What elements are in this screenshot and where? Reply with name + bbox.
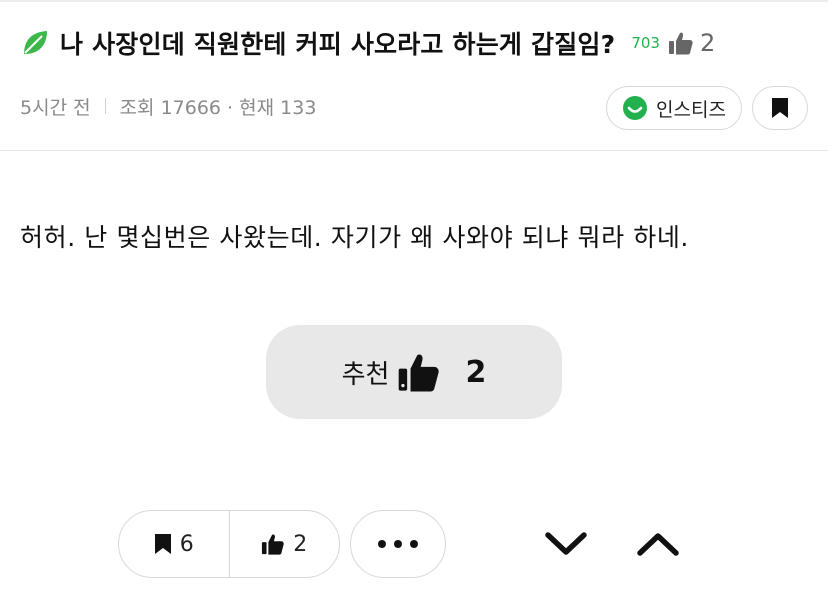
title-like-count: 2 [699, 29, 716, 57]
post-views: 조회 17666 · 현재 133 [119, 96, 317, 119]
channel-button[interactable]: 인스티즈 [606, 86, 742, 130]
prev-post-button[interactable] [632, 518, 684, 570]
action-group: 6 2 [118, 510, 340, 578]
chevron-down-icon [545, 532, 587, 555]
bookmark-icon [154, 534, 171, 554]
thumbs-up-icon [262, 534, 284, 555]
bookmark-action-button[interactable]: 6 [119, 511, 229, 577]
post-title: 나 사장인데 직원한테 커피 사오라고 하는게 갑질임? [60, 30, 616, 59]
leaf-icon [24, 31, 47, 54]
like-count: 2 [293, 531, 308, 557]
post-meta: 5시간 전 조회 17666 · 현재 133 [20, 92, 316, 120]
post-header: 나 사장인데 직원한테 커피 사오라고 하는게 갑질임? 703 2 [20, 22, 820, 64]
channel-label: 인스티즈 [656, 98, 726, 121]
bookmark-button[interactable] [752, 86, 808, 130]
recommend-label: 추천 [341, 359, 390, 390]
meta-divider [104, 98, 106, 114]
chevron-up-icon [637, 533, 679, 556]
like-action-button[interactable]: 2 [228, 511, 340, 577]
bookmark-count: 6 [179, 531, 194, 557]
header-divider [0, 150, 828, 151]
title-view-count: 703 [631, 34, 660, 52]
post-time: 5시간 전 [20, 96, 91, 119]
more-button[interactable] [350, 510, 446, 578]
more-icon [378, 540, 418, 548]
smile-icon [623, 96, 648, 120]
bookmark-icon [772, 98, 788, 118]
post-body: 허허. 난 몇십번은 사왔는데. 자기가 왜 사와야 되냐 뭐라 하네. [20, 223, 689, 252]
recommend-button[interactable]: 추천 2 [266, 325, 562, 419]
thumbs-up-icon [668, 32, 693, 55]
top-border [0, 0, 828, 2]
thumbs-up-icon [399, 354, 440, 392]
recommend-count: 2 [465, 354, 487, 390]
next-post-button[interactable] [540, 518, 592, 570]
